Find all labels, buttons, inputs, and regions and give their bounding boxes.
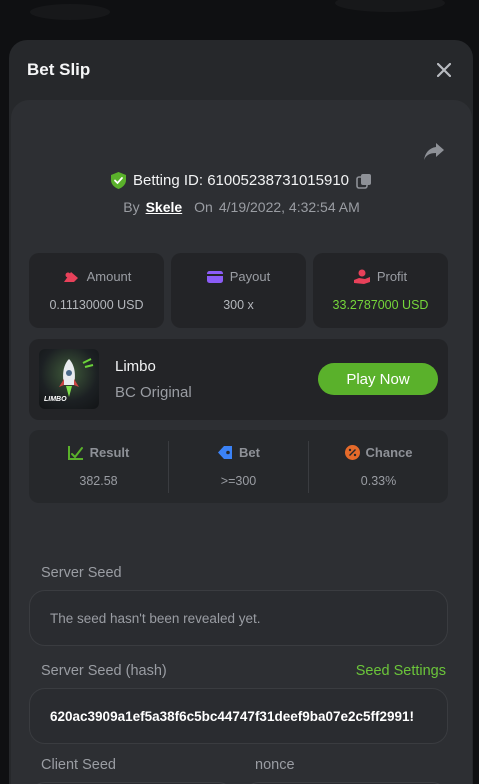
nonce-label: nonce (255, 757, 295, 773)
server-seed-label: Server Seed (41, 565, 122, 581)
by-label: By (123, 199, 140, 215)
bet-value: >=300 (220, 474, 257, 488)
tag-icon (218, 446, 233, 459)
play-now-button[interactable]: Play Now (318, 363, 438, 395)
betting-id-row: Betting ID: 61005238731015910 (11, 172, 472, 189)
close-button[interactable] (433, 59, 455, 81)
percent-icon (344, 445, 360, 460)
close-icon (437, 63, 451, 77)
wallet-icon (206, 270, 223, 283)
stat-amount: Amount 0.11130000 USD (29, 253, 164, 328)
server-seed-field[interactable]: The seed hasn't been revealed yet. (29, 590, 448, 646)
stat-payout-value: 300 x (223, 298, 254, 312)
bet-datetime: 4/19/2022, 4:32:54 AM (218, 199, 360, 215)
game-name: Limbo (115, 358, 156, 375)
game-thumb-logo: LIMBO (44, 396, 67, 403)
stat-profit-label: Profit (376, 269, 408, 284)
stat-payout: Payout 300 x (171, 253, 306, 328)
verified-shield-icon (110, 172, 126, 189)
profit-hand-icon (353, 269, 370, 284)
bet-details-panel: Betting ID: 61005238731015910 By Skele O… (11, 100, 472, 784)
modal-title: Bet Slip (27, 60, 91, 79)
bet-column: Bet >=300 (168, 440, 308, 493)
copy-button[interactable] (356, 173, 372, 189)
result-panel: Result 382.58 Bet >=300 Chance 0.33% (29, 430, 448, 503)
stat-amount-label: Amount (86, 269, 132, 284)
bet-author-row: By Skele On 4/19/2022, 4:32:54 AM (11, 199, 472, 215)
server-seed-hash-value: 620ac3909a1ef5a38f6c5bc44747f31deef9ba07… (50, 708, 415, 724)
game-thumbnail: LIMBO (39, 349, 99, 409)
bet-label: Bet (239, 445, 260, 460)
user-link[interactable]: Skele (146, 199, 183, 215)
backdrop-shape (335, 0, 445, 12)
stat-payout-label: Payout (229, 269, 271, 284)
chance-value: 0.33% (360, 474, 397, 488)
stat-profit-value: 33.2787000 USD (332, 298, 429, 312)
client-seed-label: Client Seed (41, 757, 116, 773)
chance-label: Chance (365, 445, 413, 460)
betting-id-label: Betting ID: (132, 172, 204, 189)
on-label: On (194, 199, 213, 215)
share-icon (424, 143, 444, 160)
result-label: Result (89, 445, 130, 460)
betting-id-value: 61005238731015910 (207, 172, 350, 189)
server-seed-hash-field[interactable]: 620ac3909a1ef5a38f6c5bc44747f31deef9ba07… (29, 688, 448, 744)
modal-header: Bet Slip (9, 40, 473, 100)
game-card: LIMBO Limbo BC Original Play Now (29, 339, 448, 420)
amount-icon (63, 271, 78, 282)
game-provider: BC Original (115, 384, 192, 401)
chance-column: Chance 0.33% (308, 440, 448, 493)
server-seed-placeholder: The seed hasn't been revealed yet. (50, 610, 261, 626)
share-button[interactable] (422, 141, 446, 163)
result-value: 382.58 (79, 474, 118, 488)
bet-slip-modal: Bet Slip Betting ID: 61005238731015910 B… (9, 40, 473, 784)
seed-settings-link[interactable]: Seed Settings (356, 663, 446, 679)
stat-profit: Profit 33.2787000 USD (313, 253, 448, 328)
copy-icon (356, 173, 372, 189)
server-seed-hash-label: Server Seed (hash) (41, 663, 167, 679)
result-column: Result 382.58 (29, 441, 168, 493)
bet-stats: Amount 0.11130000 USD Payout 300 x Profi… (29, 253, 448, 328)
backdrop-shape (30, 4, 110, 20)
stat-amount-value: 0.11130000 USD (49, 298, 144, 312)
check-chart-icon (67, 446, 83, 460)
